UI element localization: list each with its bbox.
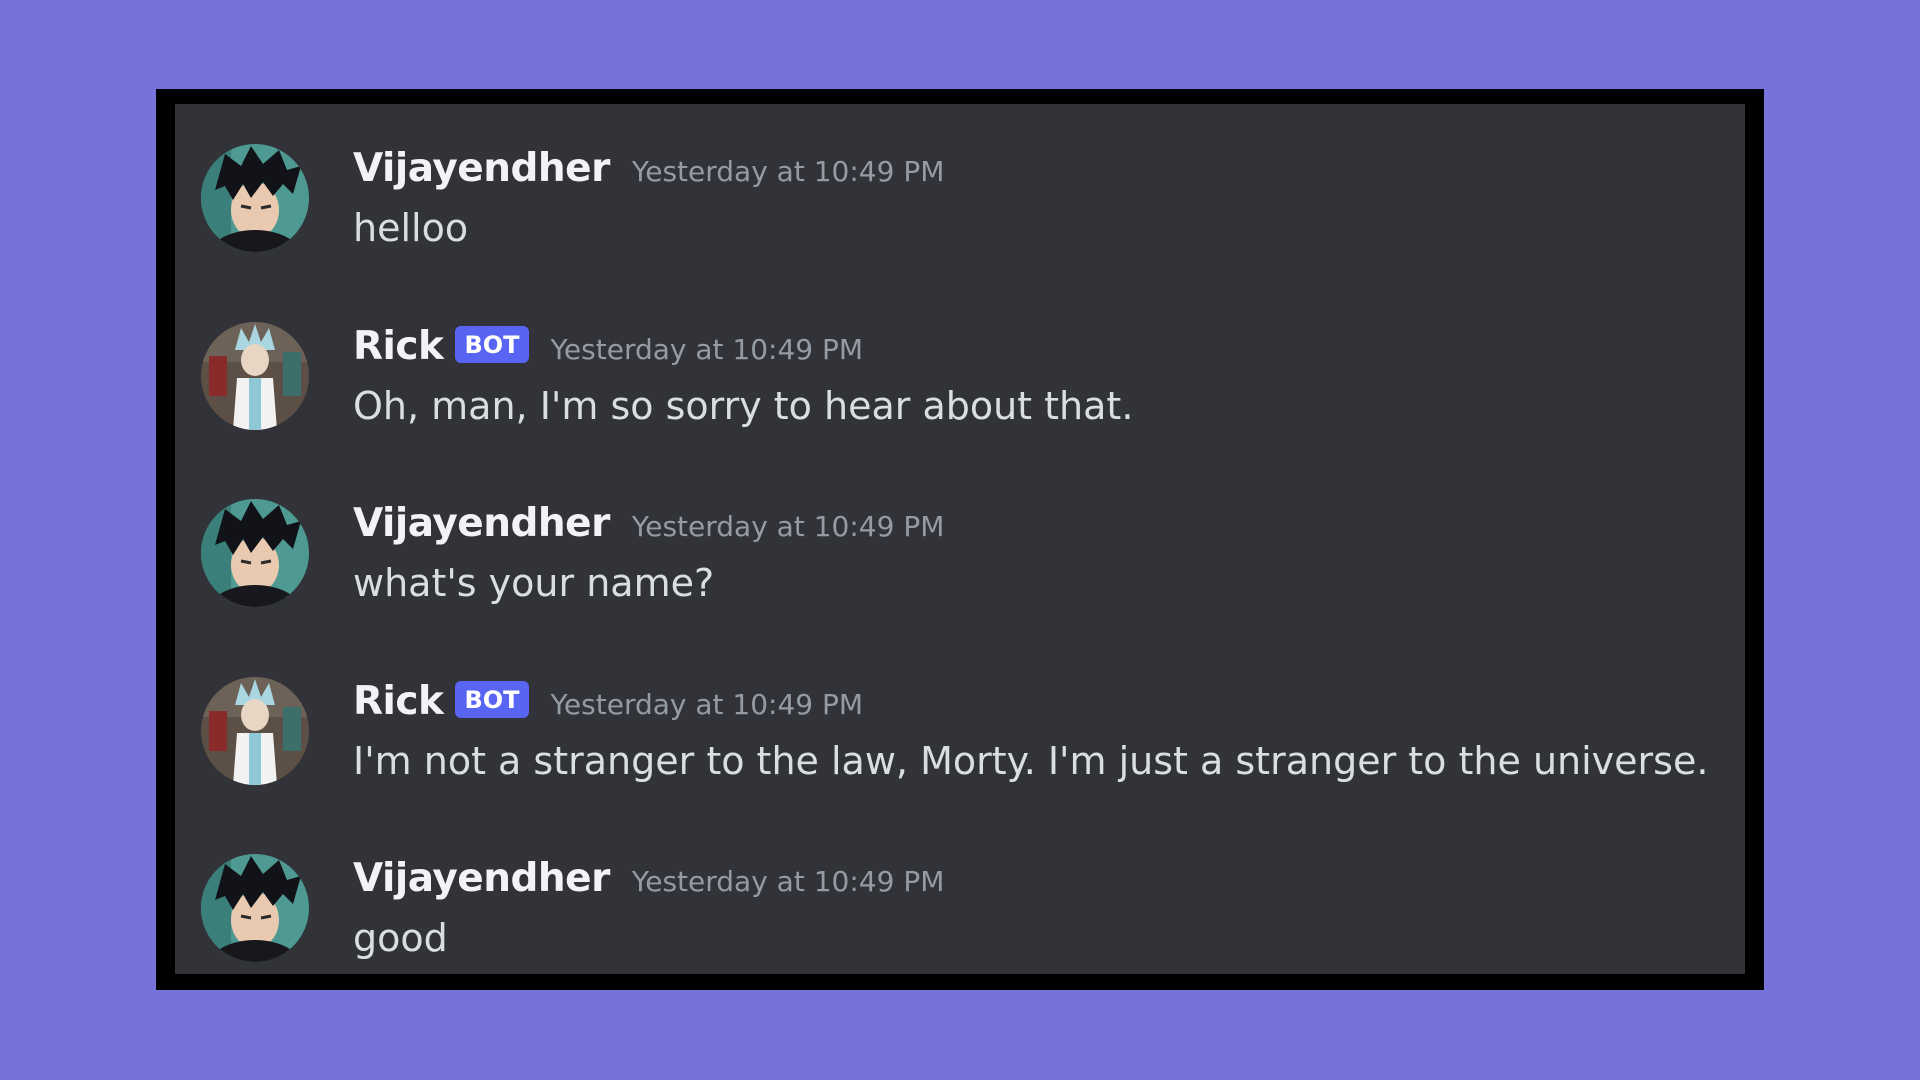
message-item: Vijayendher Yesterday at 10:49 PM good	[175, 814, 1745, 964]
message-header: Vijayendher Yesterday at 10:49 PM	[353, 146, 944, 191]
username[interactable]: Rick	[353, 679, 444, 724]
timestamp[interactable]: Yesterday at 10:49 PM	[632, 155, 945, 188]
username[interactable]: Vijayendher	[353, 501, 610, 546]
username[interactable]: Vijayendher	[353, 856, 610, 901]
message-item: Vijayendher Yesterday at 10:49 PM what's…	[175, 459, 1745, 609]
message-header: Vijayendher Yesterday at 10:49 PM	[353, 501, 944, 546]
rick-avatar[interactable]	[201, 677, 309, 785]
username[interactable]: Vijayendher	[353, 146, 610, 191]
message-content: Oh, man, I'm so sorry to hear about that…	[353, 384, 1134, 428]
chat-message-list[interactable]: Vijayendher Yesterday at 10:49 PM helloo…	[175, 104, 1745, 974]
message-content: helloo	[353, 206, 469, 250]
message-header: Vijayendher Yesterday at 10:49 PM	[353, 856, 944, 901]
message-item: Rick BOT Yesterday at 10:49 PM I'm not a…	[175, 637, 1745, 787]
rick-avatar[interactable]	[201, 322, 309, 430]
message-content: I'm not a stranger to the law, Morty. I'…	[353, 739, 1709, 783]
bot-badge: BOT	[455, 681, 529, 718]
message-item: Vijayendher Yesterday at 10:49 PM helloo	[175, 104, 1745, 254]
bot-badge: BOT	[455, 326, 529, 363]
timestamp[interactable]: Yesterday at 10:49 PM	[551, 333, 864, 366]
message-content: what's your name?	[353, 561, 715, 605]
message-header: Rick BOT Yesterday at 10:49 PM	[353, 324, 863, 369]
anime-boy-avatar[interactable]	[201, 854, 309, 962]
timestamp[interactable]: Yesterday at 10:49 PM	[551, 688, 864, 721]
message-content: good	[353, 916, 448, 960]
timestamp[interactable]: Yesterday at 10:49 PM	[632, 865, 945, 898]
anime-boy-avatar[interactable]	[201, 144, 309, 252]
message-item: Rick BOT Yesterday at 10:49 PM Oh, man, …	[175, 282, 1745, 432]
anime-boy-avatar[interactable]	[201, 499, 309, 607]
username[interactable]: Rick	[353, 324, 444, 369]
timestamp[interactable]: Yesterday at 10:49 PM	[632, 510, 945, 543]
message-header: Rick BOT Yesterday at 10:49 PM	[353, 679, 863, 724]
